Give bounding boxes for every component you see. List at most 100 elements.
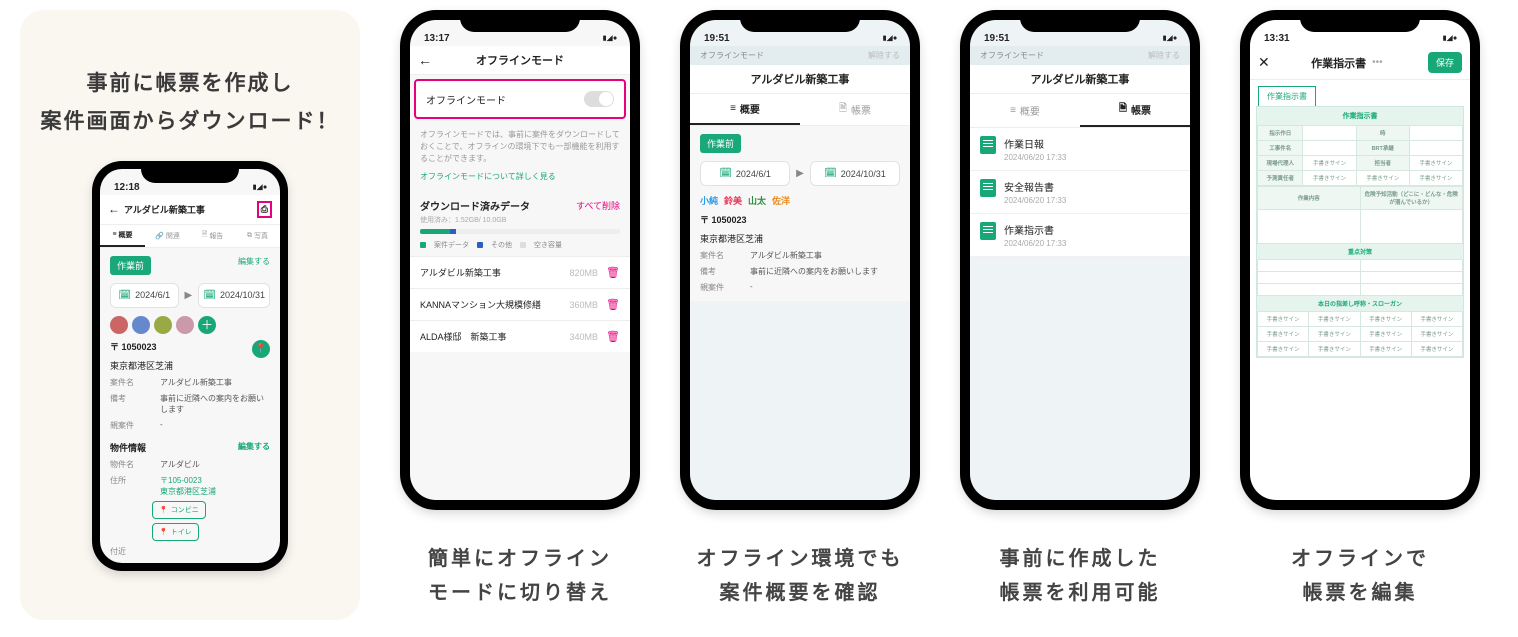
document-icon xyxy=(980,179,996,197)
pin-icon: 📍 xyxy=(159,506,168,514)
list-item[interactable]: ALDA様邸 新築工事340MB🗑 xyxy=(410,320,630,352)
toggle-label: オフラインモード xyxy=(426,92,506,107)
project-title: アルダビル新築工事 xyxy=(124,203,253,216)
avatar[interactable] xyxy=(154,316,172,334)
panel-offline-overview: 19:51▮◢ ꔷ オフラインモード 解除する アルダビル新築工事 ≡ 概要 🗎… xyxy=(680,10,920,610)
member-chip[interactable]: 佐洋 xyxy=(772,194,790,207)
delete-all-button[interactable]: すべて削除 xyxy=(576,199,620,212)
status-icons: ▮◢ ꔷ xyxy=(1441,34,1456,44)
edit-link[interactable]: 編集する xyxy=(238,441,270,452)
member-chip[interactable]: 山太 xyxy=(748,194,766,207)
intro-card: 事前に帳票を作成し 案件画面からダウンロード！ 12:18 ▮◢ ꔷ ← アルダ… xyxy=(20,10,360,620)
list-item[interactable]: アルダビル新築工事820MB🗑 xyxy=(410,256,630,288)
page-title: オフラインモード xyxy=(476,52,564,68)
panel-caption: 事前に作成した帳票を利用可能 xyxy=(1000,542,1161,610)
date-to[interactable]: 🗓2024/10/31 xyxy=(810,161,900,186)
usage-bar xyxy=(420,229,620,234)
panel-caption: オフライン環境でも案件概要を確認 xyxy=(697,542,904,610)
status-icons: ▮◢ ꔷ xyxy=(251,183,266,193)
save-button[interactable]: 保存 xyxy=(1428,52,1462,73)
legend: 案件データ その他 空き容量 xyxy=(410,238,630,256)
arrow-icon: ▶ xyxy=(185,290,193,301)
panel-caption: オフラインで帳票を編集 xyxy=(1291,542,1429,610)
learn-more-link[interactable]: オフラインモードについて詳しく見る xyxy=(410,171,630,190)
clock: 12:18 xyxy=(114,182,140,193)
calendar-icon: 🗓 xyxy=(118,290,131,301)
status-icons: ▮◢ ꔷ xyxy=(601,34,616,44)
address: 東京都港区芝浦 xyxy=(110,359,270,372)
downloaded-title: ダウンロード済みデータ xyxy=(420,198,530,213)
avatar[interactable] xyxy=(176,316,194,334)
project-title: アルダビル新築工事 xyxy=(1031,71,1130,87)
tab-report[interactable]: 🗎 帳票 xyxy=(1080,94,1190,127)
tab-report[interactable]: 🗎 帳票 xyxy=(800,94,910,125)
member-avatars: ＋ xyxy=(110,316,270,334)
clock: 19:51 xyxy=(984,33,1010,44)
delete-icon[interactable]: 🗑 xyxy=(606,298,620,311)
tab-report[interactable]: 🗎 報告 xyxy=(190,225,235,247)
mode-label: オフラインモード xyxy=(980,50,1044,61)
zip: 〒 1050023 xyxy=(700,213,900,226)
back-icon[interactable]: ← xyxy=(418,52,432,68)
more-icon[interactable]: ••• xyxy=(1372,57,1383,68)
project-title: アルダビル新築工事 xyxy=(751,71,850,87)
address: 東京都港区芝浦 xyxy=(700,232,900,245)
delete-icon[interactable]: 🗑 xyxy=(606,266,620,279)
tabs: ≡ 概要 🔗 関連 🗎 報告 ⧉ 写真 xyxy=(100,225,280,248)
pin-icon: 📍 xyxy=(159,528,168,536)
doc-row[interactable]: 作業日報2024/06/20 17:33 xyxy=(970,128,1190,171)
panel-offline-reports: 19:51 ▮◢ ꔷ オフラインモード 解除する アルダビル新築工事 ≡ 概要 🗎… xyxy=(960,10,1200,610)
sheet-title: 作業指示書 xyxy=(1311,55,1366,71)
avatar[interactable] xyxy=(132,316,150,334)
form-title: 作業指示書 xyxy=(1257,107,1463,125)
delete-icon[interactable]: 🗑 xyxy=(606,330,620,343)
sheet-tab[interactable]: 作業指示書 xyxy=(1258,86,1316,106)
panel-caption: 簡単にオフラインモードに切り替え xyxy=(428,542,612,610)
exit-mode-button[interactable]: 解除する xyxy=(1148,50,1180,61)
download-icon[interactable]: ⎙ xyxy=(257,201,272,218)
help-text: オフラインモードでは、事前に案件をダウンロードしておくことで、オフラインの環境下… xyxy=(410,123,630,171)
poi-chip[interactable]: 📍トイレ xyxy=(152,523,199,541)
member-chip[interactable]: 鈴美 xyxy=(724,194,742,207)
avatar[interactable] xyxy=(110,316,128,334)
arrow-icon: ▶ xyxy=(796,168,804,179)
tab-overview[interactable]: ≡ 概要 xyxy=(970,94,1080,127)
status-icons: ▮◢ ꔷ xyxy=(1161,34,1176,44)
poi-chip[interactable]: 📍コンビニ xyxy=(152,501,206,519)
map-pin-icon[interactable]: 📍 xyxy=(252,340,270,358)
exit-mode-button[interactable]: 解除する xyxy=(868,50,900,61)
doc-row[interactable]: 作業指示書2024/06/20 17:33 xyxy=(970,214,1190,257)
tab-related[interactable]: 🔗 関連 xyxy=(145,225,190,247)
tab-overview[interactable]: ≡ 概要 xyxy=(100,225,145,247)
back-icon[interactable]: ← xyxy=(108,202,120,216)
toggle-switch[interactable] xyxy=(584,91,614,107)
intro-heading: 事前に帳票を作成し 案件画面からダウンロード！ xyxy=(41,65,340,141)
add-member-button[interactable]: ＋ xyxy=(198,316,216,334)
tab-overview[interactable]: ≡ 概要 xyxy=(690,94,800,125)
clock: 13:31 xyxy=(1264,33,1290,44)
tab-photo[interactable]: ⧉ 写真 xyxy=(235,225,280,247)
intro-phone: 12:18 ▮◢ ꔷ ← アルダビル新築工事 ⎙ ≡ 概要 🔗 関連 🗎 報告 … xyxy=(92,161,288,571)
form-sheet[interactable]: 作業指示書 指示作日時 工事件名BRT承継 現場代理人手書きサイン担当者手書きサ… xyxy=(1256,106,1464,358)
calendar-icon: 🗓 xyxy=(719,168,732,179)
close-icon[interactable]: ✕ xyxy=(1258,54,1270,71)
member-chip[interactable]: 小純 xyxy=(700,194,718,207)
offline-toggle-row[interactable]: オフラインモード xyxy=(414,79,626,119)
document-icon xyxy=(980,222,996,240)
member-chips: 小純 鈴美 山太 佐洋 xyxy=(700,194,900,207)
section-title: 物件情報 xyxy=(110,443,146,453)
panel-edit-form: 13:31 ▮◢ ꔷ ✕ 作業指示書 ••• 保存 作業指示書 作業指示書 指示作… xyxy=(1240,10,1480,610)
list-item[interactable]: KANNAマンション大規模修繕360MB🗑 xyxy=(410,288,630,320)
doc-row[interactable]: 安全報告書2024/06/20 17:33 xyxy=(970,171,1190,214)
date-from[interactable]: 🗓2024/6/1 xyxy=(700,161,790,186)
usage-text: 使用済み：1.52GB/ 10.0GB xyxy=(410,215,630,225)
clock: 13:17 xyxy=(424,33,450,44)
edit-link[interactable]: 編集する xyxy=(238,256,270,267)
panel-offline-mode: 13:17 ▮◢ ꔷ ← オフラインモード オフラインモード オフラインモードでは… xyxy=(400,10,640,610)
date-from[interactable]: 🗓2024/6/1 xyxy=(110,283,179,308)
status-icons: ▮◢ ꔷ xyxy=(881,34,896,44)
calendar-icon: 🗓 xyxy=(824,168,837,179)
clock: 19:51 xyxy=(704,33,730,44)
date-to[interactable]: 🗓2024/10/31 xyxy=(198,283,270,308)
zip: 〒 1050023 xyxy=(110,340,270,353)
